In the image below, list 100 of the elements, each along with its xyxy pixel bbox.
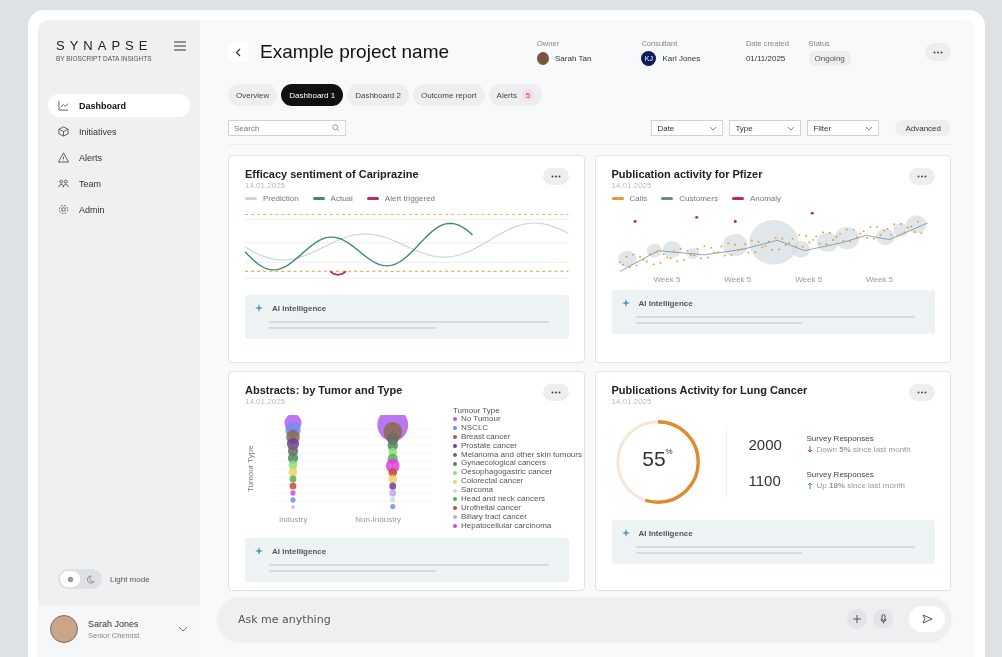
card-title: Efficacy sentiment of Cariprazine <box>245 168 419 180</box>
stat-value: 1100 <box>748 471 782 489</box>
user-name: Sarah Jones <box>88 618 140 629</box>
alert-segment <box>329 270 347 276</box>
card-date: 14.01.2025 <box>611 397 653 406</box>
axis-label: Week 5 <box>724 275 752 284</box>
more-icon <box>917 175 927 178</box>
gauge-unit: % <box>665 447 673 456</box>
advanced-button[interactable]: Advanced <box>895 120 951 136</box>
card-title: Publication activity for Pfizer <box>611 168 763 180</box>
anomaly-point <box>694 215 698 219</box>
legend-label: Sarcoma <box>461 486 493 496</box>
customer-bubble <box>875 228 895 246</box>
ai-label: AI Intelligence <box>638 528 693 538</box>
back-button[interactable] <box>228 42 248 62</box>
tab[interactable]: Dashboard 2 <box>347 84 409 106</box>
send-button[interactable] <box>909 606 945 632</box>
legend-label: Gynaecological cancers <box>461 459 546 469</box>
card-title: Abstracts: by Tumor and Type <box>245 384 403 396</box>
tab[interactable]: Overview <box>228 84 278 106</box>
chart-icon <box>58 100 69 111</box>
legend-label: Hepatocellular carcinoma <box>461 521 552 531</box>
sidebar-nav-item[interactable]: Admin <box>48 198 190 221</box>
count-badge: 5 <box>522 89 534 101</box>
chevron-down-icon[interactable] <box>178 626 188 632</box>
filter-dropdown[interactable]: Type <box>729 120 802 136</box>
card-title: Publications Activity for Lung Cancer <box>611 384 808 396</box>
card-date: 14.01.2025 <box>611 181 653 190</box>
chevron-down-icon <box>787 125 796 131</box>
meta-value: 01/11/2025 <box>745 53 786 63</box>
more-button[interactable] <box>542 384 569 401</box>
search-field[interactable]: Search <box>228 120 346 136</box>
legend-label: Breast cancer <box>461 432 511 442</box>
chevron-left-icon <box>235 47 241 57</box>
legend-label: Customers <box>679 194 718 203</box>
sun-icon <box>65 574 75 584</box>
sidebar-nav-item[interactable]: Dashboard <box>48 94 190 117</box>
menu-icon[interactable] <box>174 41 186 51</box>
more-icon <box>550 175 561 178</box>
card-date: 14.01.2025 <box>245 397 287 406</box>
customer-bubble <box>905 215 926 234</box>
legend-label: Urothelial cancer <box>461 503 522 513</box>
sidebar-nav-item[interactable]: Alerts <box>48 146 190 169</box>
anomaly-point <box>733 220 737 223</box>
sparkle-icon <box>621 298 632 308</box>
bubble <box>287 452 299 463</box>
tab[interactable]: Alerts 5 <box>488 84 542 106</box>
meta-value: Sarah Tan <box>555 53 592 63</box>
warning-icon <box>58 152 69 163</box>
theme-toggle[interactable] <box>58 569 102 589</box>
legend-label: Anomaly <box>749 194 782 203</box>
user-avatar <box>50 615 78 643</box>
microphone-button[interactable] <box>873 609 893 629</box>
add-button[interactable] <box>847 609 867 629</box>
customer-bubble <box>646 243 662 258</box>
stat-value: 2000 <box>748 435 783 453</box>
trend-note: Up 18% since last month <box>816 481 905 490</box>
tab[interactable]: Dashboard 1 <box>281 84 344 106</box>
meta-value: Karl Jones <box>662 53 701 63</box>
axis-label: Industry <box>278 514 308 524</box>
axis-label: Non-Industry <box>355 514 402 524</box>
legend-label: No Tumour <box>461 415 501 424</box>
cube-icon <box>58 126 69 137</box>
axis-title: Tumour Type <box>245 444 255 495</box>
filter-dropdown[interactable]: Date <box>651 120 724 136</box>
legend-label: NSCLC <box>461 423 489 433</box>
trend-note: Down 5% since last month <box>816 445 911 454</box>
anomaly-point <box>810 211 814 215</box>
send-icon <box>921 614 933 624</box>
sparkle-icon <box>255 546 265 556</box>
axis-label: Week 5 <box>866 275 894 284</box>
tab[interactable]: Outcome report <box>412 84 485 106</box>
sidebar-nav-item[interactable]: Team <box>48 172 190 195</box>
more-button[interactable] <box>542 168 569 185</box>
logo-text: SYNAPSE <box>56 38 153 53</box>
legend-label: Melanoma and other skin tumours <box>461 450 582 460</box>
more-button[interactable] <box>909 384 935 401</box>
more-button[interactable] <box>909 168 935 185</box>
status-badge: Ongoing <box>808 50 851 66</box>
sparkle-icon <box>255 303 265 313</box>
stat-label: Survey Responses <box>806 470 875 479</box>
search-icon <box>332 124 340 132</box>
sidebar-nav-item[interactable]: Initiatives <box>48 120 190 143</box>
ai-label: AI Intelligence <box>272 546 327 556</box>
card-date: 14.01.2025 <box>245 181 287 190</box>
moon-icon <box>85 574 95 584</box>
chevron-down-icon <box>709 125 718 131</box>
customer-bubble <box>834 227 859 250</box>
customer-bubble <box>662 240 681 258</box>
legend-label: Calls <box>629 194 648 203</box>
legend-label: Colorectal cancer <box>461 477 524 487</box>
chat-input[interactable]: Ask me anything <box>238 612 841 626</box>
team-icon <box>58 178 69 189</box>
microphone-icon <box>879 614 887 624</box>
more-button[interactable] <box>925 43 951 61</box>
stat-label: Survey Responses <box>806 434 875 443</box>
owner-avatar <box>537 51 549 65</box>
more-icon <box>933 50 943 54</box>
ai-label: AI Intelligence <box>638 298 693 308</box>
filter-dropdown[interactable]: Filter <box>807 120 880 136</box>
